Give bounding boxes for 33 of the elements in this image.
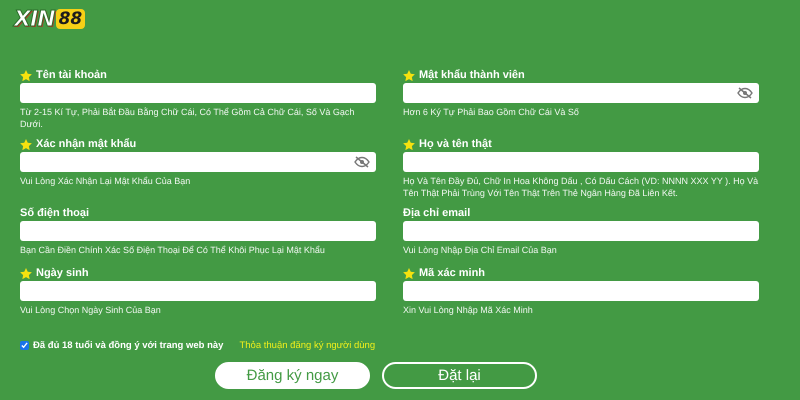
reset-button[interactable]: Đặt lại xyxy=(382,362,537,389)
input-field[interactable] xyxy=(20,221,376,241)
logo-text: XIN xyxy=(14,6,55,32)
input-field[interactable] xyxy=(403,83,759,103)
field-hint: Từ 2-15 Kí Tự, Phải Bắt Đầu Bằng Chữ Cái, Có Thể Gồm Cả Chữ Cái, Số Và Gạch Dưới. xyxy=(20,106,356,130)
field-label: Ngày sinh xyxy=(36,267,89,279)
field-label: Tên tài khoản xyxy=(36,69,107,81)
input-field[interactable] xyxy=(403,152,759,172)
input-field[interactable] xyxy=(20,83,376,103)
logo-badge: 88 xyxy=(56,9,86,29)
eye-slash-icon[interactable] xyxy=(354,156,370,168)
input-field[interactable] xyxy=(403,221,759,241)
field-label: Mật khẩu thành viên xyxy=(419,69,525,81)
field-hint: Vui Lòng Nhập Địa Chỉ Email Của Bạn xyxy=(403,244,558,256)
terms-link[interactable]: Thỏa thuận đăng ký người dùng xyxy=(239,340,376,351)
field-hint: Xin Vui Lòng Nhập Mã Xác Minh xyxy=(403,304,534,316)
input-field[interactable] xyxy=(20,281,376,301)
field-label: Xác nhận mật khẩu xyxy=(36,138,136,150)
eye-slash-icon[interactable] xyxy=(737,87,753,99)
field-label: Họ và tên thật xyxy=(419,138,492,150)
input-field[interactable] xyxy=(403,281,759,301)
input-field[interactable] xyxy=(20,152,376,172)
register-button[interactable]: Đăng ký ngay xyxy=(215,362,370,389)
field-hint: Hơn 6 Ký Tự Phải Bao Gồm Chữ Cái Và Số xyxy=(403,106,580,118)
field-hint: Vui Lòng Xác Nhận Lại Mật Khẩu Của Bạn xyxy=(20,175,192,187)
field-label: Địa chỉ email xyxy=(403,207,470,219)
field-label: Số điện thoại xyxy=(20,207,90,219)
field-hint: Vui Lòng Chọn Ngày Sinh Của Bạn xyxy=(20,304,162,316)
agreement-label: Đã đủ 18 tuổi và đồng ý với trang web này xyxy=(33,340,224,351)
field-label: Mã xác minh xyxy=(419,267,486,279)
field-hint: Họ Và Tên Đầy Đủ, Chữ In Hoa Không Dấu , Có Dấu Cách (VD: NNNN XXX YY ). Họ Và Tên Thật Phải Trùng Với Tên Thật Trên Thẻ Ngân Hàng Đã Liên Kết. xyxy=(403,175,759,199)
checkbox[interactable] xyxy=(20,341,29,350)
field-hint: Bạn Cần Điền Chính Xác Số Điện Thoại Để Có Thể Khôi Phục Lại Mật Khẩu xyxy=(20,244,326,256)
